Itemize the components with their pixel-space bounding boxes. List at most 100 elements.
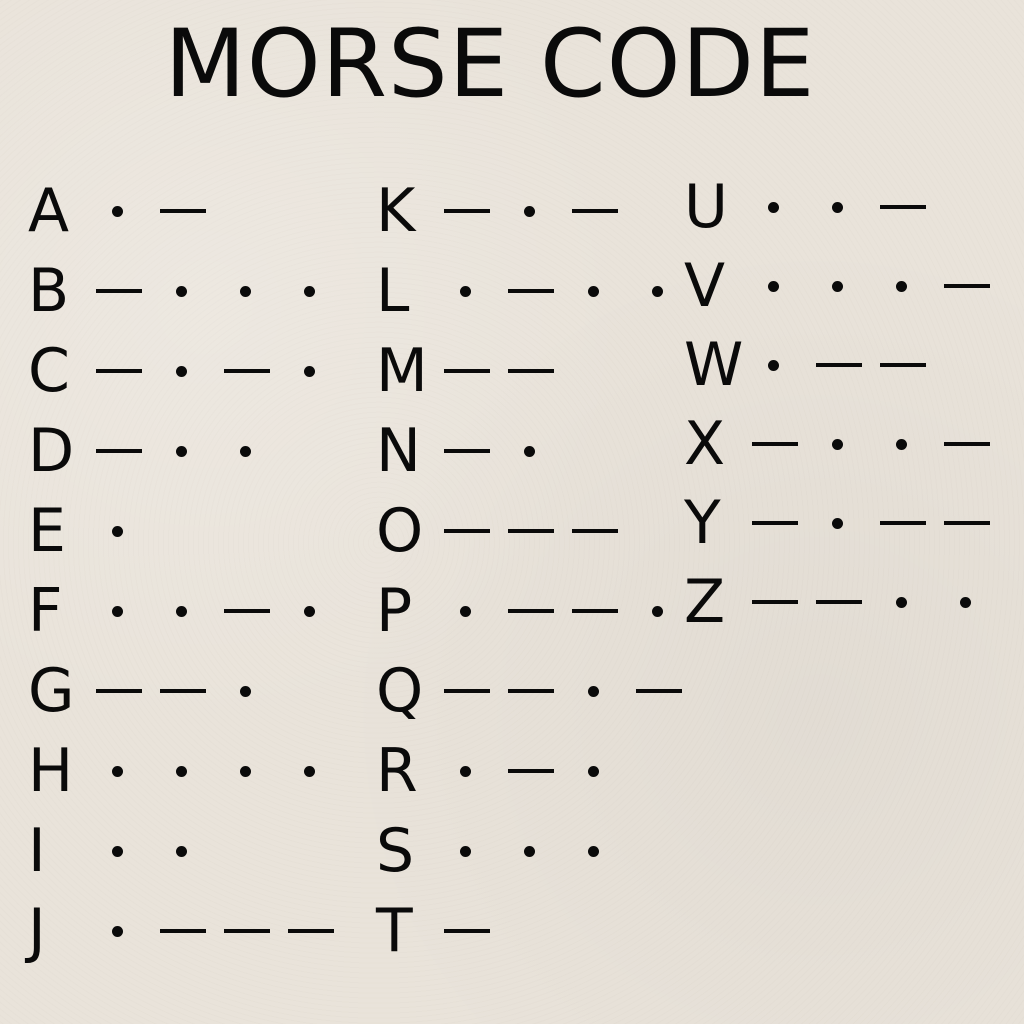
dot-symbol	[176, 766, 187, 777]
dot-symbol	[304, 766, 315, 777]
dash-symbol	[96, 289, 142, 293]
letter-label: H	[28, 736, 74, 806]
dash-symbol	[224, 369, 270, 373]
letter-label: N	[376, 416, 421, 486]
dot-symbol	[112, 846, 123, 857]
morse-row-w: W	[684, 330, 1004, 400]
letter-label: F	[28, 576, 63, 646]
dash-symbol	[160, 689, 206, 693]
dot-symbol	[460, 846, 471, 857]
dash-symbol	[96, 369, 142, 373]
dot-symbol	[832, 202, 843, 213]
dot-symbol	[112, 526, 123, 537]
dash-symbol	[444, 929, 490, 933]
dash-symbol	[752, 600, 798, 604]
page-title: MORSE CODE	[164, 10, 816, 119]
dot-symbol	[896, 281, 907, 292]
letter-label: T	[376, 896, 413, 966]
letter-label: L	[376, 256, 410, 326]
dot-symbol	[588, 846, 599, 857]
letter-label: I	[28, 816, 46, 886]
dot-symbol	[176, 846, 187, 857]
morse-row-q: Q	[376, 656, 1004, 726]
dash-symbol	[572, 529, 618, 533]
letter-label: G	[28, 656, 75, 726]
morse-row-x: X	[684, 409, 1004, 479]
dot-symbol	[176, 606, 187, 617]
dash-symbol	[444, 529, 490, 533]
letter-label: D	[28, 416, 75, 486]
letter-label: J	[28, 896, 46, 966]
dash-symbol	[752, 442, 798, 446]
dot-symbol	[240, 766, 251, 777]
morse-row-y: Y	[684, 488, 1004, 558]
dot-symbol	[524, 206, 535, 217]
dot-symbol	[832, 518, 843, 529]
dot-symbol	[652, 606, 663, 617]
letter-label: B	[28, 256, 70, 326]
dot-symbol	[112, 926, 123, 937]
dash-symbol	[944, 521, 990, 525]
letter-label: Z	[684, 567, 726, 637]
dash-symbol	[508, 529, 554, 533]
letter-label: C	[28, 336, 70, 406]
dash-symbol	[880, 363, 926, 367]
dot-symbol	[524, 846, 535, 857]
dash-symbol	[944, 442, 990, 446]
dot-symbol	[240, 446, 251, 457]
dot-symbol	[768, 281, 779, 292]
letter-label: R	[376, 736, 418, 806]
dash-symbol	[572, 609, 618, 613]
dot-symbol	[460, 766, 471, 777]
dot-symbol	[304, 366, 315, 377]
dash-symbol	[96, 689, 142, 693]
letter-label: Q	[376, 656, 424, 726]
dot-symbol	[240, 286, 251, 297]
letter-label: V	[684, 251, 726, 321]
dot-symbol	[112, 766, 123, 777]
letter-label: Y	[684, 488, 721, 558]
dash-symbol	[636, 689, 682, 693]
dash-symbol	[288, 929, 334, 933]
letter-label: W	[684, 330, 744, 400]
dot-symbol	[176, 286, 187, 297]
letter-label: U	[684, 172, 728, 242]
dot-symbol	[832, 281, 843, 292]
dot-symbol	[176, 366, 187, 377]
dash-symbol	[508, 689, 554, 693]
letter-label: M	[376, 336, 428, 406]
dot-symbol	[832, 439, 843, 450]
letter-label: O	[376, 496, 424, 566]
dash-symbol	[508, 289, 554, 293]
dash-symbol	[224, 609, 270, 613]
letter-label: P	[376, 576, 413, 646]
dash-symbol	[444, 689, 490, 693]
dot-symbol	[588, 686, 599, 697]
dot-symbol	[112, 206, 123, 217]
dash-symbol	[816, 600, 862, 604]
morse-row-u: U	[684, 172, 1004, 242]
dash-symbol	[508, 769, 554, 773]
letter-label: X	[684, 409, 726, 479]
dash-symbol	[880, 521, 926, 525]
dot-symbol	[524, 446, 535, 457]
dash-symbol	[572, 209, 618, 213]
morse-row-r: R	[376, 736, 1004, 806]
dash-symbol	[816, 363, 862, 367]
dash-symbol	[444, 209, 490, 213]
dash-symbol	[880, 205, 926, 209]
dash-symbol	[944, 284, 990, 288]
letter-label: S	[376, 816, 415, 886]
morse-row-t: T	[376, 896, 1004, 966]
dash-symbol	[752, 521, 798, 525]
letter-label: K	[376, 176, 416, 246]
dot-symbol	[304, 606, 315, 617]
dash-symbol	[160, 929, 206, 933]
dot-symbol	[460, 286, 471, 297]
dot-symbol	[768, 360, 779, 371]
dot-symbol	[240, 686, 251, 697]
dot-symbol	[652, 286, 663, 297]
dot-symbol	[768, 202, 779, 213]
dash-symbol	[508, 609, 554, 613]
dot-symbol	[460, 606, 471, 617]
